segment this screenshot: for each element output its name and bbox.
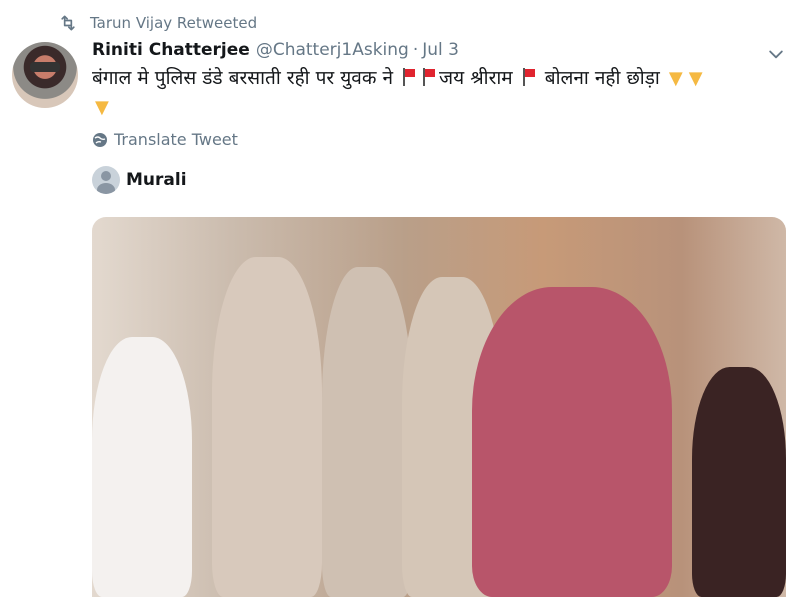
red-flag-emoji <box>422 68 436 86</box>
retweet-label[interactable]: Tarun Vijay Retweeted <box>90 14 257 32</box>
pointing-down-emoji: ▼ <box>95 97 109 118</box>
red-flag-emoji <box>402 68 416 86</box>
tweet-text: बंगाल मे पुलिस डंडे बरसाती रही पर युवक न… <box>92 64 782 122</box>
pointing-down-emoji: ▼ <box>688 68 703 89</box>
avatar[interactable] <box>12 42 78 108</box>
chevron-down-icon[interactable] <box>766 44 786 64</box>
quoted-avatar[interactable] <box>92 166 120 194</box>
globe-icon <box>93 132 107 147</box>
translate-tweet-link[interactable]: Translate Tweet <box>92 130 238 149</box>
figure-right <box>692 367 786 597</box>
figure-police-2 <box>322 267 412 597</box>
tweet-text-part1: बंगाल मे पुलिस डंडे बरसाती रही पर युवक न… <box>92 67 393 89</box>
separator-dot: · <box>412 40 419 60</box>
author-handle[interactable]: @Chatterj1Asking <box>256 40 409 60</box>
pointing-down-emoji: ▼ <box>668 68 683 89</box>
red-flag-emoji <box>522 68 536 86</box>
translate-label[interactable]: Translate Tweet <box>114 130 238 149</box>
tweet-date[interactable]: Jul 3 <box>422 40 459 60</box>
tweet-header: Riniti Chatterjee @Chatterj1Asking · Jul… <box>92 40 459 60</box>
figure-red-shirt <box>472 287 672 597</box>
quoted-user[interactable]: Murali <box>92 166 187 194</box>
figure-police-1 <box>212 257 322 597</box>
figure-left <box>92 337 192 597</box>
retweet-context: Tarun Vijay Retweeted <box>58 12 257 34</box>
tweet-text-part2: जय श्रीराम <box>439 67 513 89</box>
tweet-text-part3: बोलना नही छोड़ा <box>544 67 660 89</box>
author-name[interactable]: Riniti Chatterjee <box>92 40 250 60</box>
retweet-icon <box>61 15 75 31</box>
video-thumbnail[interactable] <box>92 217 786 597</box>
quoted-name[interactable]: Murali <box>126 170 187 190</box>
